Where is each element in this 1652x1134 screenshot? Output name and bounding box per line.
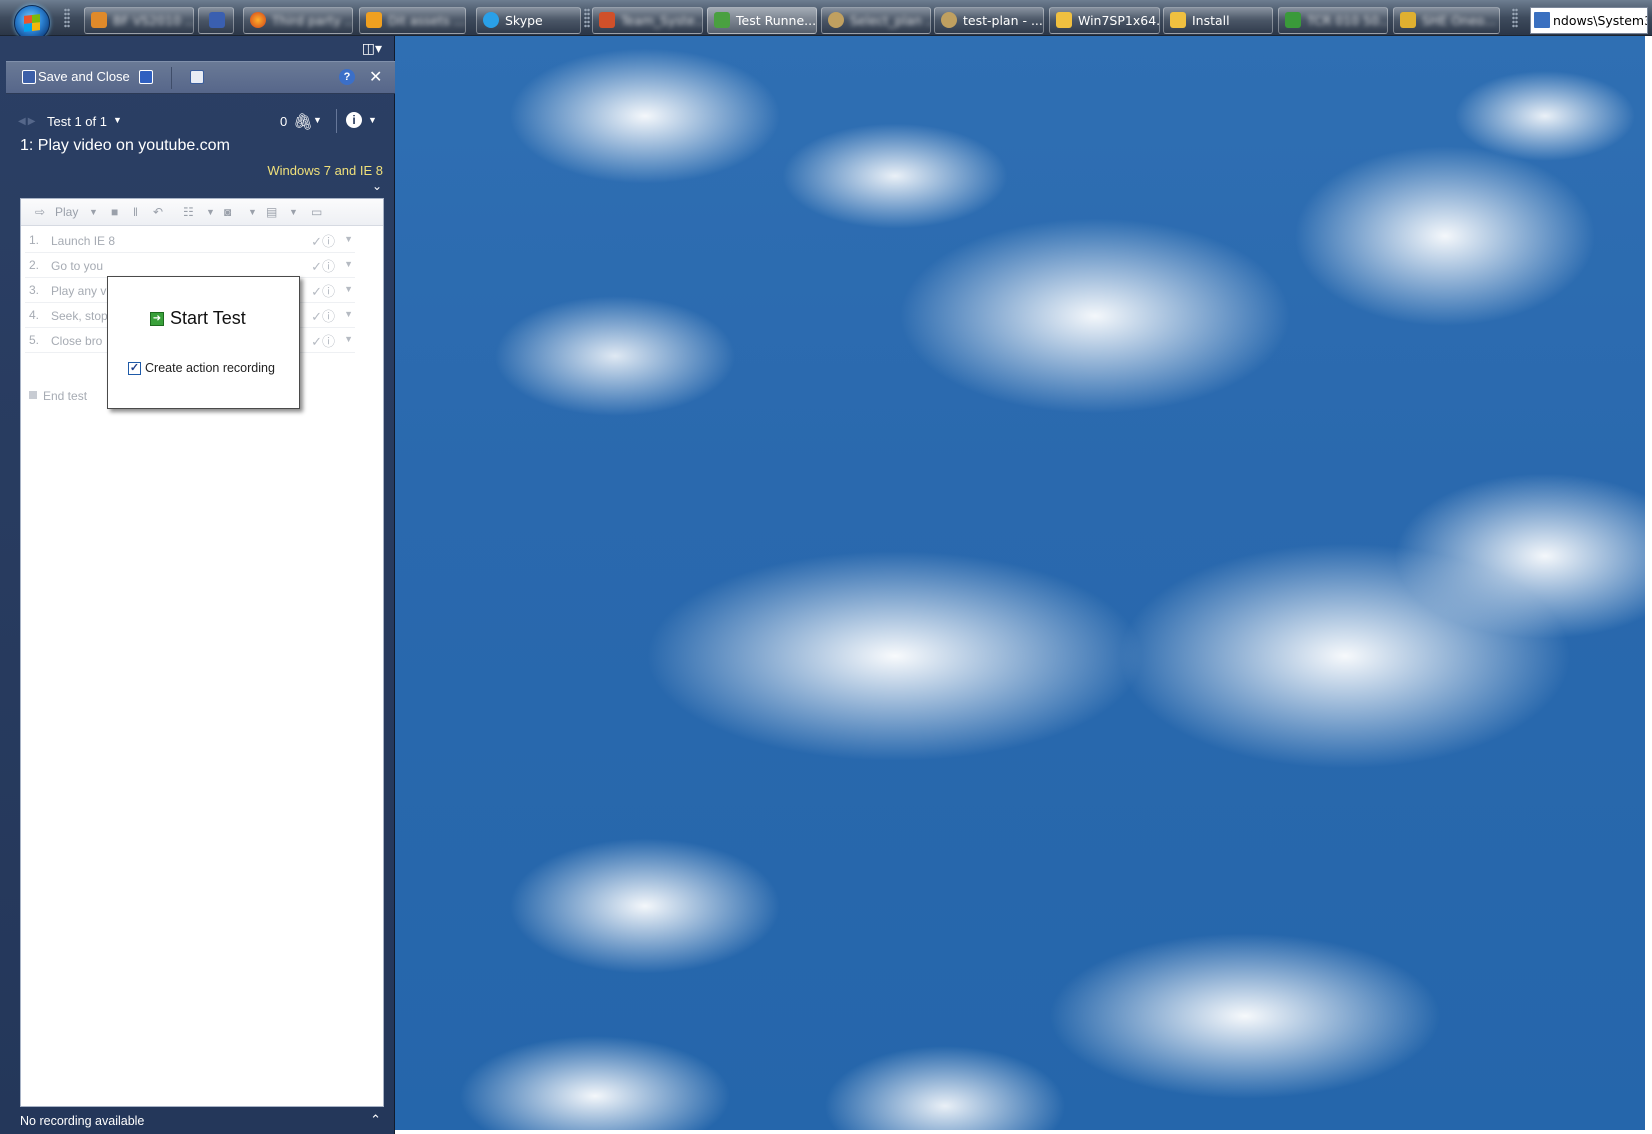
taskbar-button-paint-2[interactable]: test-plan - ... [934, 7, 1044, 34]
expand-chevron-icon[interactable]: ⌄ [372, 179, 382, 193]
chevron-down-icon[interactable]: ▼ [344, 284, 353, 294]
prev-next-arrows-icon[interactable]: ◀▶ [18, 116, 37, 127]
test-counter[interactable]: Test 1 of 1 [47, 114, 107, 129]
step-result-icon[interactable]: ✓ⓘ [311, 231, 335, 250]
taskbar-button-tool[interactable]: SHE Oneo... [1393, 7, 1500, 34]
help-icon[interactable]: ? [339, 69, 355, 85]
bug-icon[interactable]: ▤ [266, 205, 277, 219]
mark-step-icon[interactable]: ☷ [183, 205, 194, 219]
close-icon[interactable]: ✕ [369, 67, 382, 87]
taskbar-button-paint-1[interactable]: Select_plan ... [821, 7, 931, 34]
taskbar-button-powerpoint[interactable]: Team_Syste... [592, 7, 703, 34]
excel-icon [1285, 12, 1301, 28]
folder-icon [1056, 12, 1072, 28]
start-test-button[interactable]: ➜ Start Test [150, 308, 246, 329]
save-icon[interactable] [139, 70, 153, 84]
test-case-title: 1: Play video on youtube.com [20, 137, 230, 154]
outlook-icon [366, 12, 382, 28]
chevron-down-icon[interactable]: ▼ [368, 115, 377, 125]
save-close-icon [22, 69, 36, 84]
floppy-icon [209, 12, 225, 28]
test-configuration: Windows 7 and IE 8 [267, 163, 383, 178]
info-icon[interactable]: i [346, 112, 362, 128]
play-icon[interactable]: ⇨ [35, 205, 45, 219]
attachment-count: 0 [280, 114, 288, 129]
end-test-row: End test [29, 389, 87, 403]
generic-app-icon [91, 12, 107, 28]
skype-icon [483, 12, 499, 28]
computer-icon [1534, 12, 1550, 28]
pause-icon[interactable]: ‖ [133, 205, 138, 219]
recording-status: No recording available [20, 1114, 145, 1128]
taskbar-grip[interactable] [64, 8, 70, 28]
test-runner-icon [714, 12, 730, 28]
chevron-down-icon[interactable]: ▼ [113, 115, 122, 125]
taskbar: BF VS2010 ... Third party ... Dit assets… [0, 0, 1652, 41]
steps-toolbar: ⇨ Play ▼ ■ ‖ ↶ ☷ ▼ ◙ ▼ ▤ ▼ ▭ [21, 199, 383, 226]
powerpoint-icon [599, 12, 615, 28]
taskbar-button-firefox[interactable]: Third party ... [243, 7, 353, 34]
chevron-down-icon[interactable]: ▼ [313, 115, 322, 125]
chevron-down-icon[interactable]: ▼ [248, 207, 257, 217]
chevron-down-icon[interactable]: ▼ [344, 234, 353, 244]
step-result-icon[interactable]: ✓ⓘ [311, 281, 335, 300]
chevron-down-icon[interactable]: ▼ [344, 309, 353, 319]
folder-icon [1170, 12, 1186, 28]
create-action-recording-option[interactable]: ✓ Create action recording [128, 361, 275, 375]
taskbar-grip[interactable] [1512, 8, 1518, 28]
paint-icon [828, 12, 844, 28]
paint-icon [941, 12, 957, 28]
taskbar-address-box[interactable]: ndows\System32 [1530, 7, 1648, 34]
screenshot-icon[interactable]: ◙ [224, 205, 231, 219]
taskbar-button-test-runner[interactable]: Test Runne... [707, 7, 817, 34]
chevron-down-icon[interactable]: ▼ [344, 334, 353, 344]
action-recording-checkbox[interactable]: ✓ [128, 361, 141, 375]
tool-icon [1400, 12, 1416, 28]
paperclip-icon[interactable]: 🖇 [293, 112, 313, 132]
taskbar-button-folder-win7[interactable]: Win7SP1x64... [1049, 7, 1160, 34]
undo-icon[interactable]: ↶ [153, 205, 163, 219]
test-navigation: ◀▶ Test 1 of 1 ▼ 0 🖇 ▼ i ▼ [18, 109, 388, 134]
chevron-down-icon[interactable]: ▼ [344, 259, 353, 269]
firefox-icon [250, 12, 266, 28]
comment-icon[interactable]: ▭ [311, 205, 322, 219]
taskbar-button-save[interactable] [198, 7, 234, 34]
nav-separator [336, 109, 337, 133]
chevron-up-icon[interactable]: ⌃ [370, 1112, 381, 1128]
play-button[interactable]: Play [55, 205, 78, 219]
dock-layout-icon[interactable]: ◫▾ [362, 41, 382, 57]
chevron-down-icon[interactable]: ▼ [206, 207, 215, 217]
taskbar-grip[interactable] [584, 8, 590, 28]
taskbar-button-outlook[interactable]: Dit assets ... [359, 7, 466, 34]
test-runner-panel: ◫▾ Save and Close ? ✕ ◀▶ Test 1 of 1 ▼ 0… [0, 36, 395, 1134]
save-and-close-button[interactable]: Save and Close [22, 69, 130, 84]
desktop-wallpaper [395, 36, 1645, 1130]
step-result-icon[interactable]: ✓ⓘ [311, 256, 335, 275]
taskbar-button-skype[interactable]: Skype [476, 7, 581, 34]
start-test-popup: ➜ Start Test ✓ Create action recording [107, 276, 300, 409]
windows-logo-icon [24, 14, 40, 32]
toolbar-separator [171, 67, 172, 89]
taskbar-button-app-1[interactable]: BF VS2010 ... [84, 7, 194, 34]
start-arrow-icon: ➜ [150, 311, 164, 326]
step-result-icon[interactable]: ✓ⓘ [311, 306, 335, 325]
taskbar-button-excel[interactable]: TCR 010 50... [1278, 7, 1388, 34]
stop-icon[interactable]: ■ [111, 205, 118, 219]
copy-icon[interactable] [190, 70, 204, 84]
end-marker-icon [29, 391, 37, 399]
step-row[interactable]: 2. Go to you ✓ⓘ ▼ [25, 253, 355, 278]
status-bar: No recording available ⌃ [0, 1110, 395, 1134]
step-row[interactable]: 1. Launch IE 8 ✓ⓘ ▼ [25, 228, 355, 253]
step-result-icon[interactable]: ✓ⓘ [311, 331, 335, 350]
taskbar-button-folder-install[interactable]: Install [1163, 7, 1273, 34]
runner-toolbar: Save and Close ? ✕ [6, 61, 395, 94]
runner-title-strip: ◫▾ [0, 36, 394, 61]
chevron-down-icon[interactable]: ▼ [89, 207, 98, 217]
chevron-down-icon[interactable]: ▼ [289, 207, 298, 217]
